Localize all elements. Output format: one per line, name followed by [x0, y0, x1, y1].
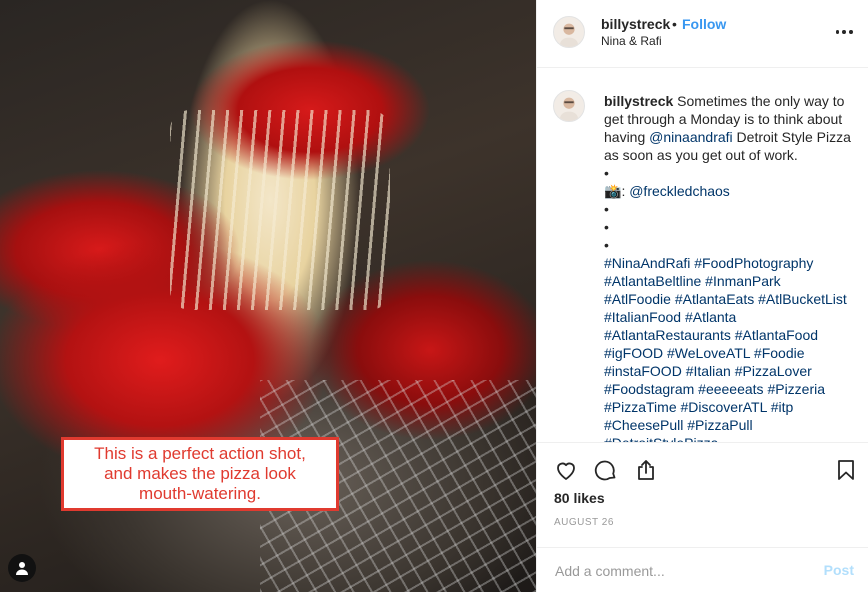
location-link[interactable]: Nina & Rafi [601, 34, 662, 48]
post-comment-button[interactable]: Post [824, 562, 854, 578]
hashtag-line[interactable]: #Foodstagram #eeeeeats #Pizzeria [604, 380, 854, 398]
hashtag-line[interactable]: #instaFOOD #Italian #PizzaLover [604, 362, 854, 380]
post-date: AUGUST 26 [554, 517, 614, 528]
annotation-line-1: This is a perfect action shot, [94, 444, 306, 463]
post-photo[interactable]: This is a perfect action shot, and makes… [0, 0, 536, 592]
more-options-icon[interactable] [834, 22, 854, 42]
hashtag-line[interactable]: #AtlantaBeltline #InmanPark [604, 272, 854, 290]
caption-text: billystreck Sometimes the only way to ge… [604, 93, 851, 163]
caption-bullet: • [604, 165, 609, 181]
hashtag-line[interactable]: #igFOOD #WeLoveATL #Foodie [604, 344, 854, 362]
hashtag-line[interactable]: #DetroitStylePizza [604, 434, 854, 442]
comments-section[interactable]: billystreck Sometimes the only way to ge… [537, 68, 868, 442]
caption-credit-line: 📸: @freckledchaos [604, 182, 854, 200]
likes-count[interactable]: 80 likes [554, 490, 605, 506]
header-separator: • [672, 16, 677, 32]
header-username[interactable]: billystreck [601, 16, 670, 32]
hashtag-line[interactable]: #AtlFoodie #AtlantaEats #AtlBucketList [604, 290, 854, 308]
caption-bullet: • [604, 219, 609, 235]
caption-mention[interactable]: @ninaandrafi [649, 129, 733, 145]
hashtag-line[interactable]: #NinaAndRafi #FoodPhotography [604, 254, 854, 272]
credit-mention[interactable]: @freckledchaos [629, 183, 730, 199]
post-caption: billystreck Sometimes the only way to ge… [604, 92, 854, 442]
annotation-text: This is a perfect action shot, and makes… [94, 444, 306, 504]
post-actions: 80 likes AUGUST 26 Post [537, 442, 868, 593]
follow-button[interactable]: Follow [682, 16, 726, 32]
caption-username[interactable]: billystreck [604, 93, 673, 109]
annotation-box: This is a perfect action shot, and makes… [61, 437, 339, 511]
hashtag-line[interactable]: #CheesePull #PizzaPull [604, 416, 854, 434]
tagged-users-icon[interactable] [8, 554, 36, 582]
comment-icon[interactable] [593, 457, 619, 483]
caption-bullet: • [604, 201, 609, 217]
hashtag-line[interactable]: #ItalianFood #Atlanta [604, 308, 854, 326]
cheese-pull-graphic [170, 110, 390, 310]
hashtag-line[interactable]: #AtlantaRestaurants #AtlantaFood [604, 326, 854, 344]
comment-input[interactable] [553, 560, 807, 582]
annotation-line-2: and makes the pizza look [104, 464, 296, 483]
camera-emoji-icon: 📸 [604, 183, 622, 199]
caption-avatar[interactable] [553, 90, 585, 122]
credit-prefix: : [621, 183, 626, 199]
bookmark-icon[interactable] [833, 457, 859, 483]
hashtag-line[interactable]: #PizzaTime #DiscoverATL #itp [604, 398, 854, 416]
annotation-line-3: mouth-watering. [139, 484, 261, 503]
share-icon[interactable] [633, 457, 659, 483]
caption-bullet: • [604, 237, 609, 253]
heart-icon[interactable] [553, 457, 579, 483]
post-sidebar: billystreck • Follow Nina & Rafi billyst… [536, 0, 868, 592]
avatar[interactable] [553, 16, 585, 48]
comment-form: Post [537, 547, 868, 593]
post-header: billystreck • Follow Nina & Rafi [537, 0, 868, 68]
